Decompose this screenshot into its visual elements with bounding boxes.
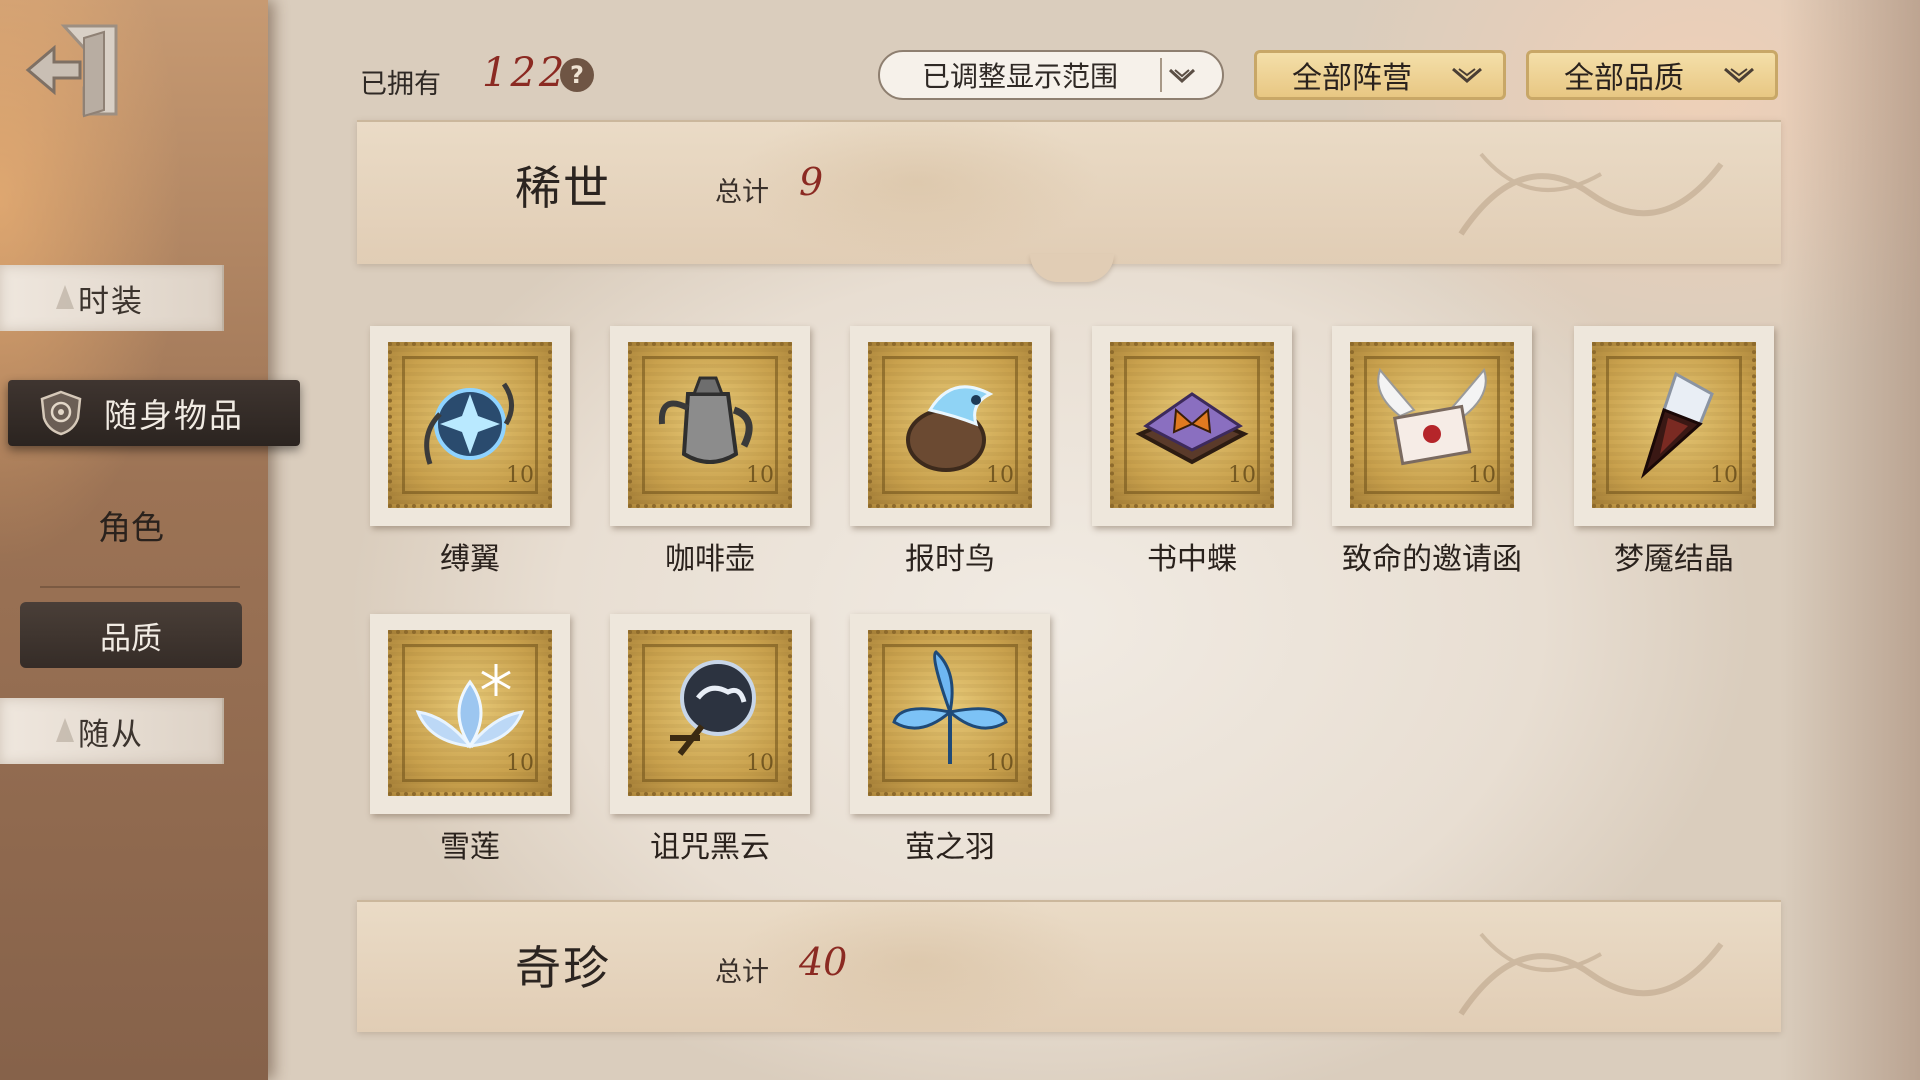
- item-name: 报时鸟: [905, 542, 995, 577]
- clock-bird-icon: [906, 385, 994, 472]
- tab-caret-decoration: [56, 285, 74, 309]
- snow-lotus-icon: [415, 664, 525, 749]
- sub-tab-quality[interactable]: 品质: [20, 602, 242, 668]
- sidebar: 时装 随身物品 角色 品质 随从: [0, 0, 300, 1080]
- tab-caret-decoration: [56, 718, 74, 742]
- chevron-down-icon: [1168, 68, 1196, 84]
- sub-tab-character-label: 角色: [98, 508, 164, 547]
- faction-filter-dropdown[interactable]: 全部阵营: [1254, 50, 1506, 100]
- stamp-frame: 10: [850, 614, 1050, 814]
- item-name: 缚翼: [440, 542, 500, 577]
- item-card[interactable]: 10 梦魇结晶: [1574, 326, 1774, 577]
- sub-tab-quality-label: 品质: [100, 620, 162, 657]
- item-name: 梦魇结晶: [1614, 542, 1734, 577]
- coffee-pot-icon: [658, 376, 753, 464]
- exit-button[interactable]: [24, 18, 124, 122]
- item-card[interactable]: 10 书中蝶: [1092, 326, 1292, 577]
- cursed-cloud-orb-icon: [670, 660, 756, 756]
- item-name: 书中蝶: [1147, 542, 1237, 577]
- section-header-curio: 奇珍 总计 40: [357, 900, 1781, 1032]
- tab-accessory[interactable]: 随身物品: [8, 380, 300, 446]
- winged-orb-icon: [424, 382, 514, 465]
- stamp-frame: 10: [850, 326, 1050, 526]
- firefly-wing-icon: [892, 650, 1008, 764]
- item-card[interactable]: 10 咖啡壶: [610, 326, 810, 577]
- tab-outfit-label: 时装: [78, 283, 144, 320]
- item-card[interactable]: 10 缚翼: [370, 326, 570, 577]
- tab-follower-label: 随从: [78, 716, 144, 753]
- chevron-down-icon: [1452, 67, 1482, 83]
- item-card[interactable]: 10 报时鸟: [850, 326, 1050, 577]
- owned-label: 已拥有: [360, 69, 441, 100]
- shield-emblem-icon: [40, 390, 82, 436]
- item-name: 诅咒黑云: [650, 830, 770, 865]
- item-card[interactable]: 10 致命的邀请函: [1332, 326, 1532, 577]
- display-range-value: 已调整显示范围: [921, 60, 1118, 93]
- display-range-dropdown[interactable]: 已调整显示范围: [878, 50, 1224, 100]
- help-question-icon[interactable]: ?: [560, 58, 594, 92]
- chevron-down-icon: [1724, 67, 1754, 83]
- section-title: 奇珍: [515, 941, 611, 995]
- nightmare-crystal-icon: [1640, 371, 1714, 479]
- ornament-decoration: [1458, 932, 1724, 1016]
- section-total-count: 40: [799, 940, 848, 984]
- item-name: 致命的邀请函: [1342, 542, 1522, 577]
- faction-filter-value: 全部阵营: [1292, 61, 1412, 96]
- section-total-count: 9: [799, 160, 824, 204]
- exit-door-icon: [25, 24, 118, 118]
- stamp-frame: 10: [610, 614, 810, 814]
- section-title: 稀世: [515, 161, 611, 215]
- item-name: 咖啡壶: [665, 542, 755, 577]
- tab-accessory-label: 随身物品: [104, 396, 244, 435]
- item-name: 雪莲: [440, 830, 500, 865]
- quality-filter-dropdown[interactable]: 全部品质: [1526, 50, 1778, 100]
- stamp-frame: 10: [1574, 326, 1774, 526]
- ornament-decoration: [1458, 152, 1724, 236]
- stamp-frame: 10: [370, 326, 570, 526]
- stamp-frame: 10: [610, 326, 810, 526]
- section-header-rare: 稀世 总计 9: [357, 120, 1781, 264]
- sub-tab-character[interactable]: 角色: [20, 490, 242, 560]
- section-total-label: 总计: [715, 177, 769, 208]
- item-card[interactable]: 10 萤之羽: [850, 614, 1050, 865]
- sub-tab-divider: [40, 586, 240, 588]
- winged-letter-icon: [1377, 367, 1487, 466]
- stamp-frame: 10: [370, 614, 570, 814]
- item-card[interactable]: 10 诅咒黑云: [610, 614, 810, 865]
- tab-follower[interactable]: 随从: [0, 698, 224, 764]
- owned-count: 122: [482, 50, 568, 96]
- stamp-frame: 10: [1092, 326, 1292, 526]
- tab-outfit[interactable]: 时装: [0, 265, 224, 331]
- section-total-label: 总计: [715, 957, 769, 988]
- item-name: 萤之羽: [905, 830, 995, 865]
- stamp-frame: 10: [1332, 326, 1532, 526]
- quality-filter-value: 全部品质: [1564, 61, 1684, 96]
- item-card[interactable]: 10 雪莲: [370, 614, 570, 865]
- book-butterfly-icon: [1135, 392, 1249, 465]
